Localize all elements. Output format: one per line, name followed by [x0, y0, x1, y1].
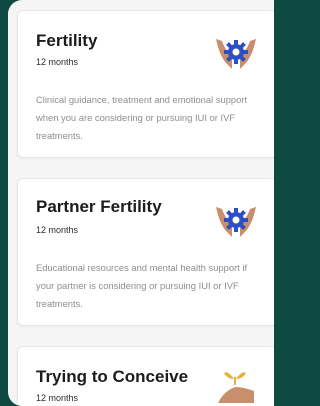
hands-gear-icon: [216, 39, 256, 69]
program-title: Fertility: [36, 31, 98, 50]
program-duration: 12 months: [36, 225, 79, 235]
program-card-fertility[interactable]: Fertility 12 months Clinical guidance, t…: [17, 10, 274, 158]
program-duration: 12 months: [36, 57, 79, 67]
program-title: Trying to Conceive: [36, 367, 189, 386]
hand-seedling-icon: [218, 372, 254, 403]
program-duration: 12 months: [36, 393, 79, 403]
program-title: Partner Fertility: [36, 197, 162, 216]
program-description: Clinical guidance, treatment and emotion…: [36, 94, 248, 141]
program-description: Educational resources and mental health …: [36, 262, 248, 309]
hands-gear-icon: [216, 207, 256, 237]
program-card-trying-to-conceive[interactable]: Trying to Conceive 12 months: [17, 346, 274, 406]
program-list-panel: Fertility 12 months Clinical guidance, t…: [8, 0, 274, 406]
program-card-partner-fertility[interactable]: Partner Fertility 12 months Educational …: [17, 178, 274, 326]
